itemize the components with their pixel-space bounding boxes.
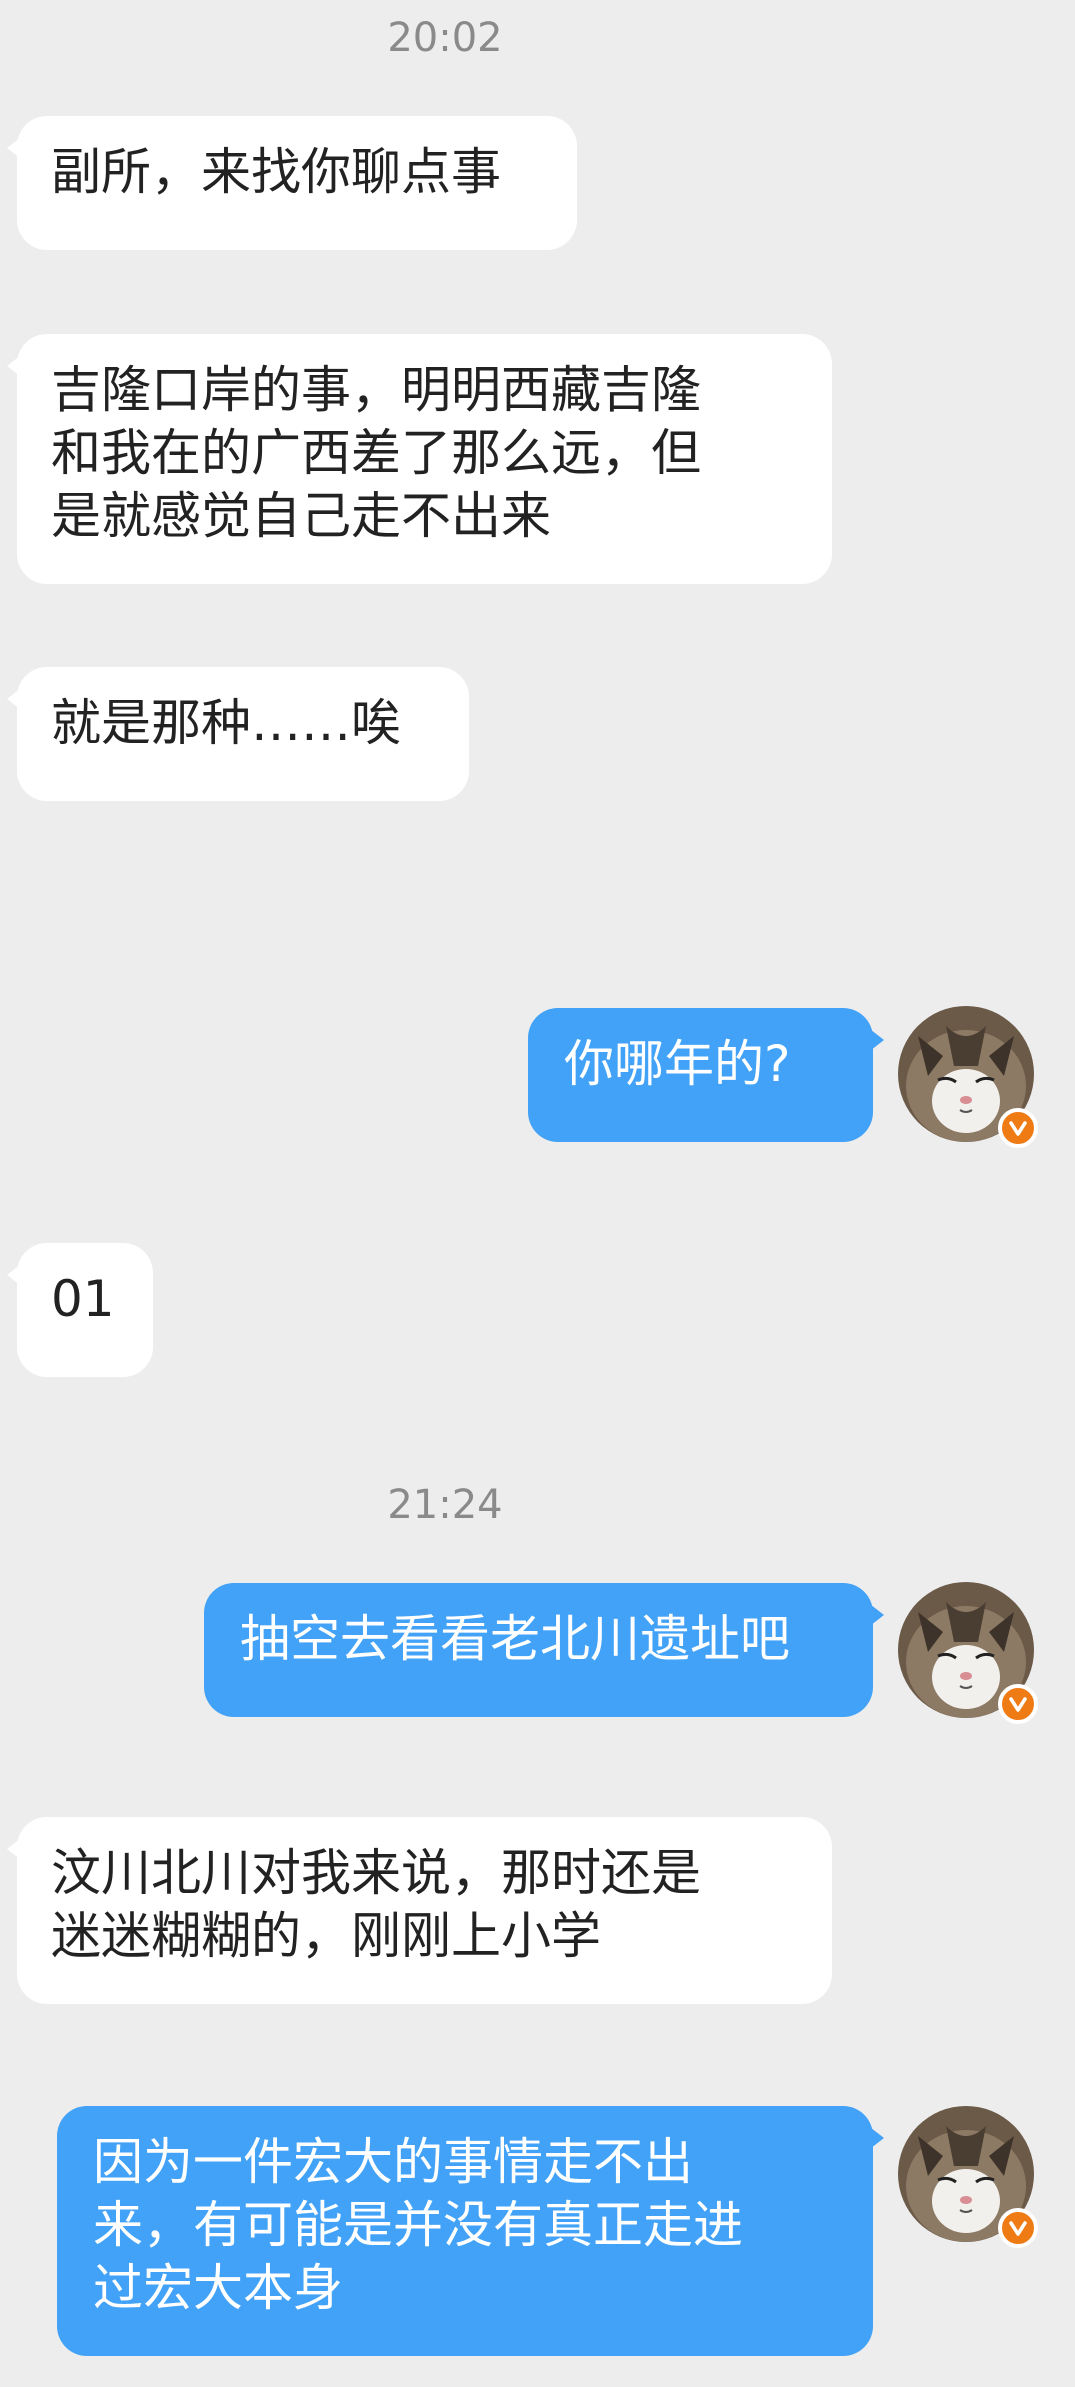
message-bubble-incoming[interactable]: 01: [7, 1243, 153, 1377]
user-avatar[interactable]: [898, 2106, 1038, 2248]
message-bubble-incoming[interactable]: 就是那种……唉: [7, 667, 469, 801]
message-bubble-outgoing[interactable]: 你哪年的?: [528, 1008, 884, 1142]
user-avatar[interactable]: [898, 1006, 1038, 1148]
verified-v-badge-icon: [998, 1108, 1038, 1148]
timestamp: 20:02: [387, 15, 503, 61]
message-bubble-outgoing[interactable]: 因为一件宏大的事情走不出 来，有可能是并没有真正走进 过宏大本身: [57, 2106, 884, 2356]
user-avatar[interactable]: [898, 1582, 1038, 1724]
message-bubble-outgoing[interactable]: 抽空去看看老北川遗址吧: [204, 1583, 884, 1717]
message-bubble-incoming[interactable]: 吉隆口岸的事，明明西藏吉隆 和我在的广西差了那么远，但 是就感觉自己走不出来: [7, 334, 832, 584]
verified-v-badge-icon: [998, 2208, 1038, 2248]
verified-v-badge-icon: [998, 1684, 1038, 1724]
message-bubble-incoming[interactable]: 汶川北川对我来说，那时还是 迷迷糊糊的，刚刚上小学: [7, 1817, 832, 2004]
message-bubble-incoming[interactable]: 副所，来找你聊点事: [7, 116, 577, 250]
timestamp: 21:24: [387, 1482, 503, 1528]
